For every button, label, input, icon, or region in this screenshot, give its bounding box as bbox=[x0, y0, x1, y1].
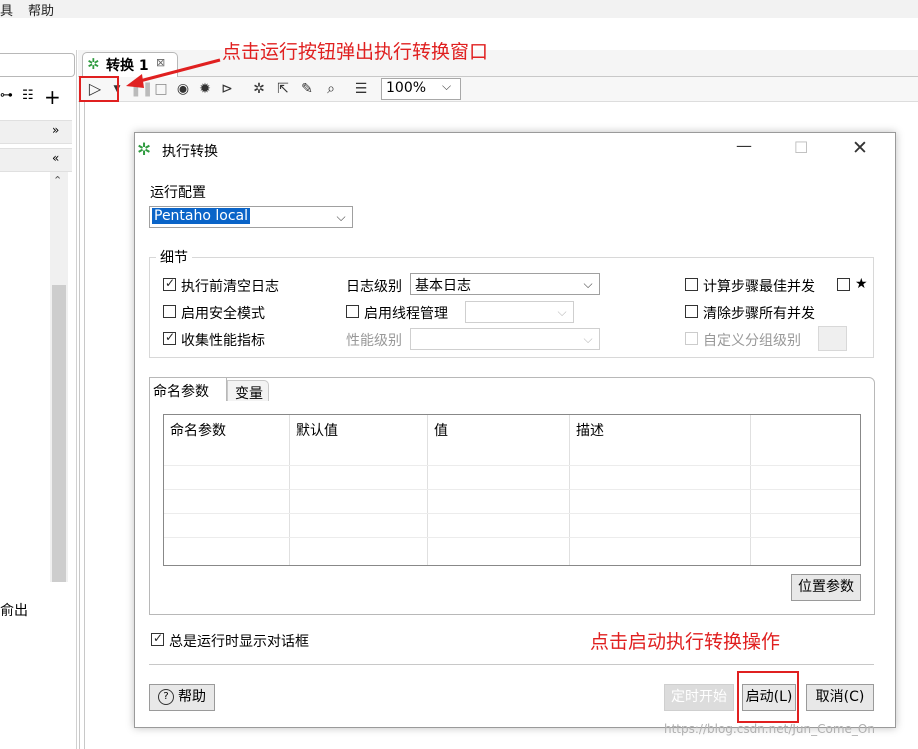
details-label: 细节 bbox=[156, 247, 192, 267]
left-panel-toolbar: ⊶ ☷ + bbox=[0, 85, 72, 109]
show-results-icon[interactable]: ☰ bbox=[352, 80, 370, 98]
sql-icon[interactable]: ✎ bbox=[298, 80, 316, 98]
left-panel-section-1[interactable]: » bbox=[0, 120, 72, 144]
always-show-label: 总是运行时显示对话框 bbox=[169, 634, 309, 650]
column-divider bbox=[289, 415, 290, 565]
collapse-up-icon[interactable]: « bbox=[52, 151, 59, 165]
canvas-border bbox=[84, 102, 85, 749]
table-row[interactable] bbox=[164, 537, 860, 538]
annotation-top: 点击运行按钮弹出执行转换窗口 bbox=[222, 41, 489, 63]
perf-level-select[interactable]: ⌵ bbox=[410, 328, 600, 350]
table-row[interactable] bbox=[164, 513, 860, 514]
dialog-title: 执行转换 bbox=[162, 144, 218, 160]
clear-log-checkbox[interactable]: ✓ bbox=[163, 276, 176, 291]
add-icon[interactable]: + bbox=[44, 85, 61, 109]
chevron-down-icon: ⌵ bbox=[583, 277, 593, 291]
log-level-value: 基本日志 bbox=[415, 278, 471, 294]
table-row[interactable] bbox=[164, 489, 860, 490]
thread-mgmt-select[interactable]: ⌵ bbox=[465, 301, 574, 323]
column-header-param[interactable]: 命名参数 bbox=[170, 420, 226, 440]
column-header-description[interactable]: 描述 bbox=[576, 420, 604, 440]
minimize-icon[interactable]: — bbox=[736, 136, 752, 155]
help-icon: ? bbox=[158, 689, 174, 705]
zoom-value: 100% bbox=[386, 80, 427, 96]
run-config-select[interactable]: Pentaho local ⌵ bbox=[149, 206, 353, 228]
safe-mode-checkbox[interactable] bbox=[163, 305, 176, 318]
start-button-highlight bbox=[737, 671, 799, 723]
custom-group-checkbox[interactable] bbox=[685, 332, 698, 345]
tab-variables[interactable]: 变量 bbox=[227, 380, 269, 402]
menu-item-tools[interactable]: 具 bbox=[0, 0, 13, 19]
dialog-separator bbox=[149, 664, 874, 665]
table-row[interactable] bbox=[164, 465, 860, 466]
run-config-label: 运行配置 bbox=[150, 185, 206, 201]
run-button-highlight bbox=[79, 76, 119, 102]
tab-named-params-label: 命名参数 bbox=[153, 384, 209, 400]
calc-concurrency-checkbox[interactable] bbox=[685, 278, 698, 291]
chevron-down-icon: ⌵ bbox=[583, 332, 593, 346]
log-level-label: 日志级别 bbox=[346, 279, 402, 295]
safe-mode-label: 启用安全模式 bbox=[181, 306, 265, 322]
column-header-value[interactable]: 值 bbox=[434, 420, 448, 440]
menu-bar: 具 帮助 bbox=[0, 0, 918, 19]
clear-concurrency-label: 清除步骤所有并发 bbox=[703, 306, 815, 322]
maximize-icon[interactable]: ☐ bbox=[794, 138, 808, 157]
impact-icon[interactable]: ⇱ bbox=[274, 80, 292, 98]
left-panel-search-box[interactable] bbox=[0, 53, 75, 77]
column-header-default[interactable]: 默认值 bbox=[296, 420, 338, 440]
position-params-button[interactable]: 位置参数 bbox=[791, 574, 861, 601]
column-divider bbox=[750, 415, 751, 565]
schedule-button[interactable]: 定时开始 bbox=[664, 684, 734, 711]
menu-item-help[interactable]: 帮助 bbox=[28, 0, 54, 19]
thread-mgmt-checkbox[interactable] bbox=[346, 305, 359, 318]
gather-metrics-label: 收集性能指标 bbox=[181, 333, 265, 349]
canvas-border-left bbox=[79, 102, 80, 749]
clear-concurrency-checkbox[interactable] bbox=[685, 305, 698, 318]
star-label: ★ bbox=[855, 276, 868, 292]
zoom-select[interactable]: 100% ⌵ bbox=[381, 78, 461, 100]
hierarchy-icon[interactable]: ⊶ bbox=[0, 88, 13, 103]
chevron-down-icon: ⌵ bbox=[557, 305, 567, 319]
collapse-down-icon[interactable]: » bbox=[52, 123, 59, 137]
help-button[interactable]: ? 帮助 bbox=[149, 684, 215, 711]
list-icon[interactable]: ☷ bbox=[22, 88, 34, 103]
chevron-down-icon: ⌵ bbox=[442, 79, 452, 93]
explore-db-icon[interactable]: ⌕ bbox=[322, 80, 340, 98]
dialog-transform-icon: ✲ bbox=[137, 140, 152, 160]
perf-level-label: 性能级别 bbox=[346, 333, 402, 349]
cancel-button[interactable]: 取消(C) bbox=[806, 684, 874, 711]
left-panel-section-2[interactable]: « bbox=[0, 148, 72, 172]
transform-icon: ✲ bbox=[87, 55, 100, 73]
annotation-arrow bbox=[126, 58, 221, 88]
column-divider bbox=[427, 415, 428, 565]
thread-mgmt-label: 启用线程管理 bbox=[364, 306, 448, 322]
run-config-value: Pentaho local bbox=[152, 208, 251, 224]
left-panel-partial-label: 俞出 bbox=[0, 603, 28, 619]
watermark: https://blog.csdn.net/Jun_Come_On bbox=[664, 722, 875, 736]
params-table[interactable] bbox=[163, 414, 861, 566]
chevron-down-icon: ⌵ bbox=[336, 210, 346, 224]
log-level-select[interactable]: 基本日志 ⌵ bbox=[410, 273, 600, 295]
clear-log-label: 执行前清空日志 bbox=[181, 279, 279, 295]
always-show-checkbox[interactable]: ✓ bbox=[151, 631, 164, 646]
scrollbar-thumb[interactable] bbox=[52, 285, 66, 582]
gather-metrics-checkbox[interactable]: ✓ bbox=[163, 330, 176, 345]
tab-variables-label: 变量 bbox=[235, 386, 263, 402]
star-checkbox[interactable] bbox=[837, 278, 850, 291]
help-button-label: 帮助 bbox=[178, 689, 206, 705]
calc-concurrency-label: 计算步骤最佳并发 bbox=[703, 279, 815, 295]
custom-group-field[interactable] bbox=[818, 326, 847, 351]
annotation-bottom: 点击启动执行转换操作 bbox=[590, 631, 781, 653]
verify-icon[interactable]: ✲ bbox=[250, 80, 268, 98]
close-icon[interactable]: ✕ bbox=[852, 137, 868, 159]
tab-named-params[interactable]: 命名参数 bbox=[149, 377, 227, 401]
column-divider bbox=[569, 415, 570, 565]
custom-group-label: 自定义分组级别 bbox=[703, 333, 801, 349]
scroll-up-icon[interactable]: ⌃ bbox=[53, 174, 62, 187]
